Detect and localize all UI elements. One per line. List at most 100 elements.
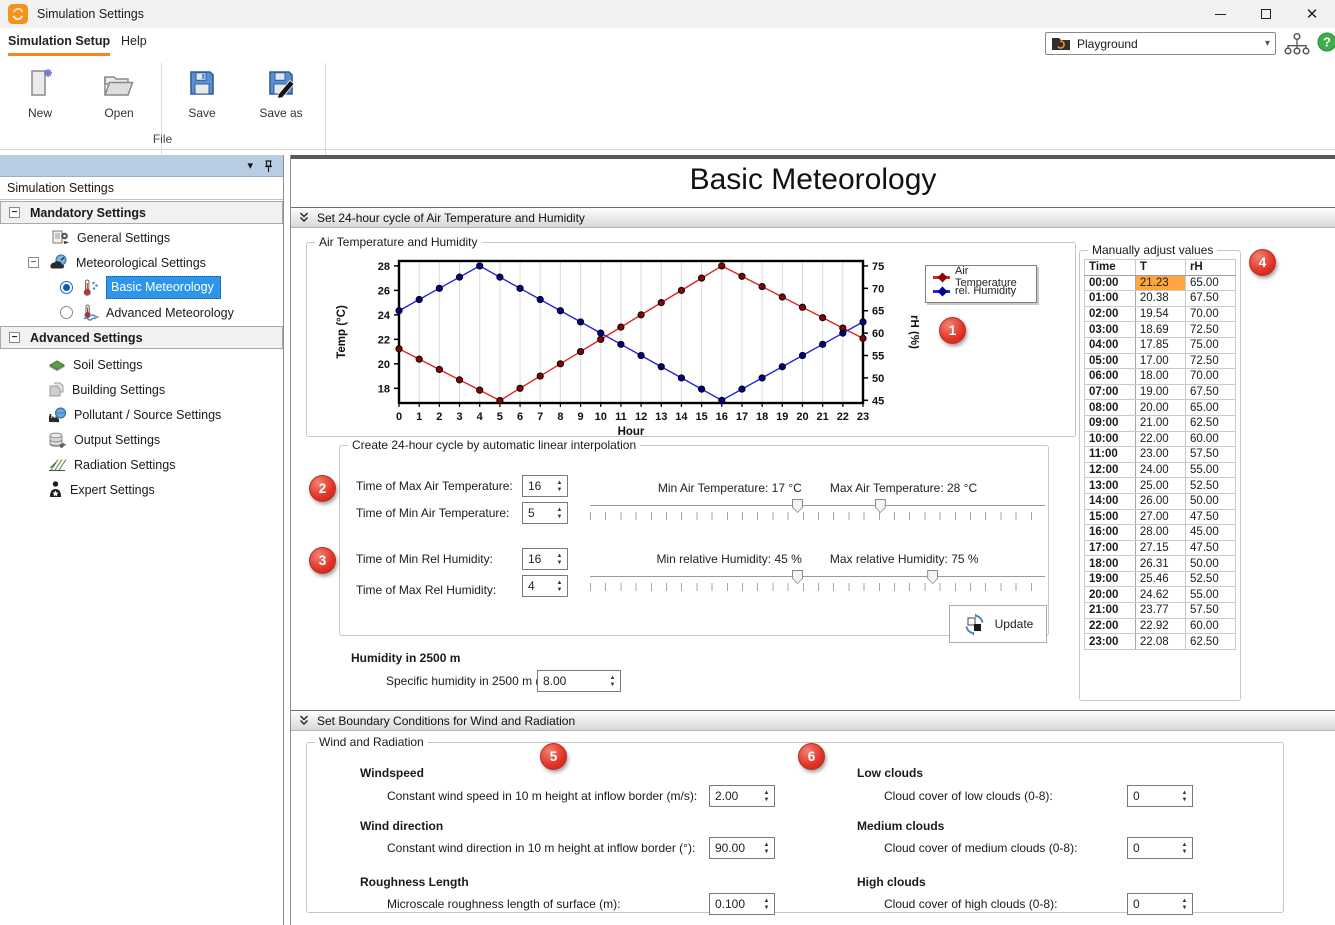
hierarchy-icon[interactable]	[1283, 32, 1311, 56]
tree-group-advanced[interactable]: − Advanced Settings	[0, 326, 283, 349]
sidebar-item-expert-settings[interactable]: Expert Settings	[48, 477, 155, 502]
sidebar-item-meteorological-settings[interactable]: − Meteorological Settings	[28, 250, 206, 275]
spin-up-icon[interactable]: ▲	[557, 480, 563, 486]
spin-down-icon[interactable]: ▼	[1182, 905, 1188, 911]
table-cell-humidity[interactable]: 60.00	[1185, 618, 1235, 634]
table-cell-temperature[interactable]: 27.15	[1135, 540, 1185, 556]
table-cell-time[interactable]: 05:00	[1085, 353, 1136, 369]
collapse-icon[interactable]: −	[28, 257, 39, 268]
spin-up-icon[interactable]: ▲	[557, 507, 563, 513]
time-max-air-temp-spinner[interactable]: 16 ▲▼	[522, 475, 568, 497]
table-cell-temperature[interactable]: 28.00	[1135, 525, 1185, 541]
table-cell-humidity[interactable]: 70.00	[1185, 306, 1235, 322]
table-cell-temperature[interactable]: 22.08	[1135, 634, 1185, 650]
sidebar-item-advanced-meteorology[interactable]: Advanced Meteorology	[60, 300, 234, 325]
table-cell-temperature[interactable]: 23.00	[1135, 447, 1185, 463]
close-button[interactable]: ✕	[1289, 0, 1335, 28]
spin-down-icon[interactable]: ▼	[557, 487, 563, 493]
table-cell-time[interactable]: 18:00	[1085, 556, 1136, 572]
spin-down-icon[interactable]: ▼	[764, 849, 770, 855]
spin-up-icon[interactable]: ▲	[1182, 898, 1188, 904]
table-cell-humidity[interactable]: 75.00	[1185, 337, 1235, 353]
spin-down-icon[interactable]: ▼	[557, 514, 563, 520]
specific-humidity-spinner[interactable]: 8.00 ▲▼	[537, 670, 621, 692]
temperature-range-slider[interactable]	[590, 505, 1045, 506]
table-cell-temperature[interactable]: 27.00	[1135, 509, 1185, 525]
spin-up-icon[interactable]: ▲	[764, 842, 770, 848]
collapse-icon[interactable]: −	[9, 207, 20, 218]
save-button[interactable]: Save	[165, 64, 239, 120]
maximize-button[interactable]	[1243, 0, 1289, 28]
table-cell-temperature[interactable]: 26.00	[1135, 493, 1185, 509]
table-cell-time[interactable]: 01:00	[1085, 291, 1136, 307]
spinner-value[interactable]: 16	[523, 476, 552, 496]
spinner-value[interactable]: 4	[523, 576, 552, 596]
table-cell-temperature[interactable]: 25.00	[1135, 478, 1185, 494]
table-cell-temperature[interactable]: 25.46	[1135, 571, 1185, 587]
spinner-buttons[interactable]: ▲▼	[759, 838, 774, 858]
spinner-value[interactable]: 0	[1128, 838, 1177, 858]
sidebar-item-general-settings[interactable]: General Settings	[52, 225, 170, 250]
spinner-value[interactable]: 0.100	[710, 894, 759, 914]
spin-down-icon[interactable]: ▼	[557, 587, 563, 593]
table-cell-humidity[interactable]: 60.00	[1185, 431, 1235, 447]
table-cell-time[interactable]: 21:00	[1085, 603, 1136, 619]
table-cell-humidity[interactable]: 47.50	[1185, 509, 1235, 525]
table-cell-time[interactable]: 12:00	[1085, 462, 1136, 478]
spin-up-icon[interactable]: ▲	[557, 553, 563, 559]
table-cell-temperature[interactable]: 18.00	[1135, 369, 1185, 385]
table-cell-temperature[interactable]: 20.38	[1135, 291, 1185, 307]
table-cell-humidity[interactable]: 62.50	[1185, 415, 1235, 431]
spinner-buttons[interactable]: ▲▼	[552, 549, 567, 569]
table-cell-humidity[interactable]: 52.50	[1185, 478, 1235, 494]
spin-down-icon[interactable]: ▼	[1182, 849, 1188, 855]
spin-up-icon[interactable]: ▲	[764, 898, 770, 904]
table-cell-humidity[interactable]: 72.50	[1185, 353, 1235, 369]
table-cell-temperature[interactable]: 17.85	[1135, 337, 1185, 353]
table-cell-time[interactable]: 22:00	[1085, 618, 1136, 634]
table-cell-time[interactable]: 20:00	[1085, 587, 1136, 603]
table-cell-time[interactable]: 00:00	[1085, 275, 1136, 291]
table-cell-time[interactable]: 14:00	[1085, 493, 1136, 509]
table-cell-humidity[interactable]: 62.50	[1185, 634, 1235, 650]
spinner-value[interactable]: 2.00	[710, 786, 759, 806]
table-cell-time[interactable]: 13:00	[1085, 478, 1136, 494]
pin-icon[interactable]	[264, 160, 273, 173]
spinner-buttons[interactable]: ▲▼	[1177, 838, 1192, 858]
slider-thumb-max-humidity[interactable]	[927, 570, 938, 584]
open-button[interactable]: Open	[82, 64, 156, 120]
radio-unselected-icon[interactable]	[60, 306, 73, 319]
table-cell-time[interactable]: 03:00	[1085, 322, 1136, 338]
spinner-value[interactable]: 90.00	[710, 838, 759, 858]
table-cell-time[interactable]: 15:00	[1085, 509, 1136, 525]
table-cell-temperature[interactable]: 23.77	[1135, 603, 1185, 619]
table-cell-temperature[interactable]: 19.00	[1135, 384, 1185, 400]
table-cell-humidity[interactable]: 65.00	[1185, 400, 1235, 416]
minimize-button[interactable]	[1197, 0, 1243, 28]
slider-thumb-min-temperature[interactable]	[792, 499, 803, 513]
spin-down-icon[interactable]: ▼	[1182, 797, 1188, 803]
spinner-value[interactable]: 0	[1128, 786, 1177, 806]
menu-help[interactable]: Help	[121, 34, 147, 53]
table-cell-humidity[interactable]: 57.50	[1185, 447, 1235, 463]
table-cell-temperature[interactable]: 18.69	[1135, 322, 1185, 338]
table-cell-temperature[interactable]: 22.92	[1135, 618, 1185, 634]
table-cell-humidity[interactable]: 70.00	[1185, 369, 1235, 385]
table-cell-temperature[interactable]: 21.00	[1135, 415, 1185, 431]
table-cell-temperature[interactable]: 24.62	[1135, 587, 1185, 603]
spinner-value[interactable]: 5	[523, 503, 552, 523]
time-min-rel-humidity-spinner[interactable]: 16 ▲▼	[522, 548, 568, 570]
spinner-buttons[interactable]: ▲▼	[759, 894, 774, 914]
section-header-temperature-humidity[interactable]: Set 24-hour cycle of Air Temperature and…	[291, 207, 1335, 228]
table-cell-humidity[interactable]: 67.50	[1185, 384, 1235, 400]
table-cell-humidity[interactable]: 72.50	[1185, 322, 1235, 338]
spinner-buttons[interactable]: ▲▼	[552, 476, 567, 496]
sidebar-dropdown-icon[interactable]: ▾	[247, 159, 253, 172]
spinner-buttons[interactable]: ▲▼	[759, 786, 774, 806]
table-cell-time[interactable]: 06:00	[1085, 369, 1136, 385]
sidebar-item-output-settings[interactable]: Output Settings	[48, 427, 160, 452]
table-cell-time[interactable]: 09:00	[1085, 415, 1136, 431]
update-button[interactable]: Update	[949, 605, 1047, 643]
roughness-length-spinner[interactable]: 0.100 ▲▼	[709, 893, 775, 915]
table-cell-time[interactable]: 04:00	[1085, 337, 1136, 353]
